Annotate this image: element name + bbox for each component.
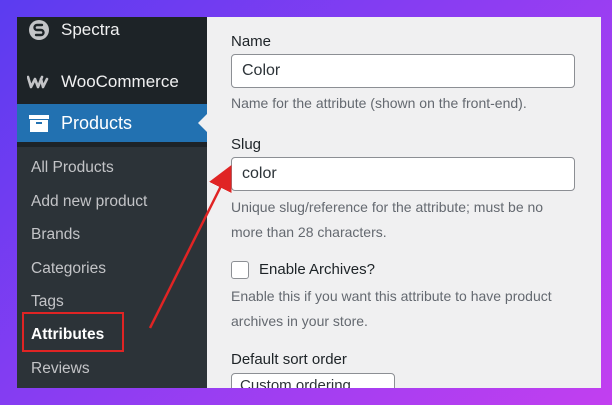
admin-screen: Spectra WooCommerce Products All Product… <box>17 17 601 388</box>
annotation-arrow <box>148 165 232 329</box>
